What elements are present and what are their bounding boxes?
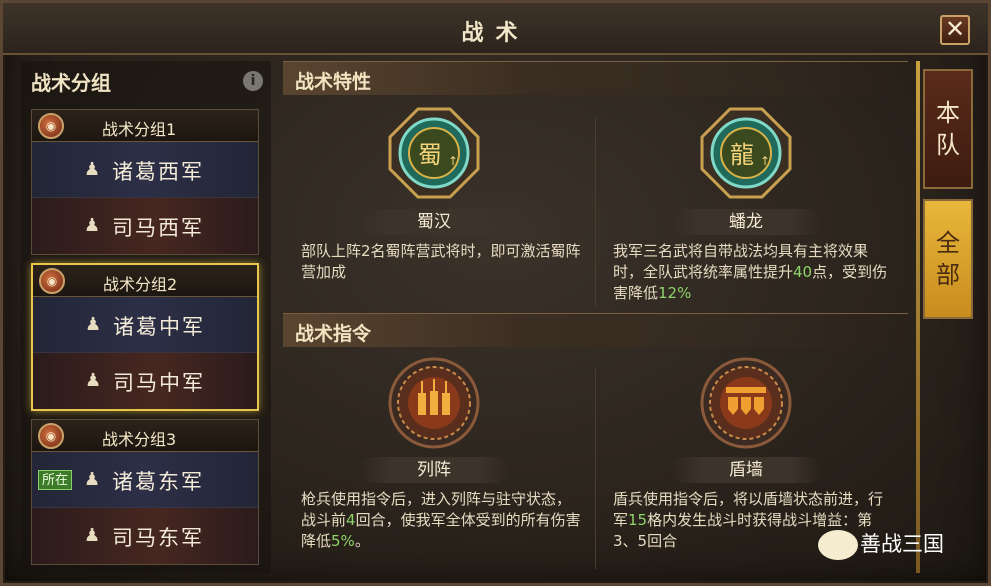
svg-text:蜀: 蜀 [418,141,442,169]
army-name: 诸葛西军 [112,160,204,184]
order-name-plate: 列阵 [359,457,509,483]
army-item[interactable]: ♟ 诸葛西军 [32,142,258,198]
army-item[interactable]: ♟ 司马中军 [33,353,257,409]
soldier-icon: ♟ [84,469,101,490]
info-icon[interactable]: i [243,71,263,91]
tab-own-team[interactable]: 本队 [923,69,973,189]
current-location-tag: 所在 [38,470,73,490]
trait-name: 蜀汉 [417,212,451,232]
trait-description: 我军三名武将自带战法均具有主将效果时，全队武将统率属性提升40点，受到伤害降低1… [613,242,888,302]
tactics-window: 战术 ✕ 战术分组 i ◉ 战术分组1 ♟ 诸葛西军 ♟ 司马西军 ◉ 战术分组… [0,0,991,586]
order-name: 盾墙 [729,460,763,480]
group-header: ◉ 战术分组2 [33,265,257,297]
commander-badge-icon: ◉ [38,423,64,449]
trait-name-plate: 蟠龙 [671,209,821,235]
spear-formation-icon [388,357,480,449]
traits-section-header: 战术特性 [283,61,908,95]
window-title: 战术 [461,20,530,46]
tactic-group-1[interactable]: ◉ 战术分组1 ♟ 诸葛西军 ♟ 司马西军 [31,109,259,255]
trait-card-shuhan[interactable]: 蜀 ↑ 蜀汉 部队上阵2名蜀阵营武将时，即可激活蜀阵营加成 [283,101,583,311]
watermark-text: 善战三国 [860,532,944,556]
army-item[interactable]: ♟ 司马西军 [32,198,258,254]
order-description: 枪兵使用指令后，进入列阵与驻守状态，战斗前4回合，使我军全体受到的所有伤害降低5… [301,490,581,550]
shu-emblem-icon: 蜀 ↑ [388,107,480,199]
tab-all[interactable]: 全部 [923,199,973,319]
soldier-icon: ♟ [84,215,101,236]
order-card-liezhen[interactable]: 列阵 枪兵使用指令后，进入列阵与驻守状态，战斗前4回合，使我军全体受到的所有伤害… [283,353,583,573]
group-header: ◉ 战术分组1 [32,110,258,142]
army-name: 诸葛东军 [112,470,204,494]
title-bar: 战术 ✕ [3,3,988,55]
army-name: 司马中军 [113,371,205,395]
army-name: 司马西军 [112,216,204,240]
tab-rail [916,61,920,573]
trait-name-plate: 蜀汉 [359,209,509,235]
trait-description: 部队上阵2名蜀阵营武将时，即可激活蜀阵营加成 [301,242,581,281]
trait-name: 蟠龙 [729,212,763,232]
traits-header: 战术特性 [295,71,372,93]
group-name: 战术分组2 [103,275,178,294]
order-name-plate: 盾墙 [671,457,821,483]
orders-section-header: 战术指令 [283,313,908,347]
army-item[interactable]: 所在 ♟ 诸葛东军 [32,452,258,508]
army-item[interactable]: ♟ 诸葛中军 [33,297,257,353]
orders-header: 战术指令 [295,323,372,345]
group-name: 战术分组1 [102,120,177,139]
soldier-icon: ♟ [85,370,102,391]
shield-wall-icon [700,357,792,449]
army-item[interactable]: ♟ 司马东军 [32,508,258,564]
commander-badge-icon: ◉ [38,113,64,139]
svg-text:↑: ↑ [448,154,458,168]
tactic-groups-panel: 战术分组 i ◉ 战术分组1 ♟ 诸葛西军 ♟ 司马西军 ◉ 战术分组2 ♟ 诸… [21,61,271,573]
svg-text:龍: 龍 [730,141,754,169]
army-name: 诸葛中军 [113,315,205,339]
soldier-icon: ♟ [85,314,102,335]
group-name: 战术分组3 [102,430,177,449]
svg-text:↑: ↑ [760,154,770,168]
close-button[interactable]: ✕ [940,15,970,45]
order-name: 列阵 [417,460,451,480]
tactics-detail: 战术特性 蜀 ↑ 蜀汉 部队上阵2名蜀阵营武将时，即可激活蜀阵营加成 龍 ↑ 蟠… [283,61,908,573]
watermark: 善战三国 [818,528,944,560]
soldier-icon: ♟ [84,159,101,180]
tactic-group-3[interactable]: ◉ 战术分组3 所在 ♟ 诸葛东军 ♟ 司马东军 [31,419,259,565]
watermark-logo-icon [818,530,858,560]
tactic-groups-header: 战术分组 [31,71,111,95]
dragon-emblem-icon: 龍 ↑ [700,107,792,199]
trait-card-panlong[interactable]: 龍 ↑ 蟠龙 我军三名武将自带战法均具有主将效果时，全队武将统率属性提升40点，… [595,101,895,311]
commander-badge-icon: ◉ [39,268,65,294]
group-header: ◉ 战术分组3 [32,420,258,452]
tactic-group-2[interactable]: ◉ 战术分组2 ♟ 诸葛中军 ♟ 司马中军 [31,263,259,411]
soldier-icon: ♟ [84,525,101,546]
army-name: 司马东军 [112,526,204,550]
